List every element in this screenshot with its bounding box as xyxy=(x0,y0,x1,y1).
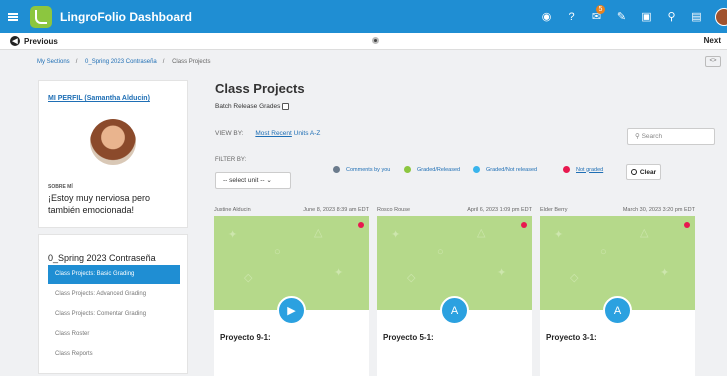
card-meta: Justine Alducin June 8, 2023 8:39 am EDT xyxy=(214,207,369,213)
sidebar-item-basic-grading[interactable]: Class Projects: Basic Grading xyxy=(48,265,180,284)
clear-label: Clear xyxy=(639,168,657,176)
video-icon: ▶ xyxy=(277,296,306,325)
legend-not-graded: Not graded xyxy=(563,166,603,173)
app-logo xyxy=(30,5,52,28)
text-icon: A xyxy=(603,296,632,325)
not-graded-indicator xyxy=(358,222,364,228)
edit-icon[interactable]: ✎ xyxy=(609,0,634,33)
sidebar-item-class-roster[interactable]: Class Roster xyxy=(48,325,180,344)
notebook-icon[interactable]: ▤ xyxy=(684,0,709,33)
project-card[interactable]: ✦ ○ △ ◇ ✦ ▶ Proyecto 9-1: xyxy=(214,216,369,376)
profile-photo xyxy=(90,119,136,165)
top-bar: LingroFolio Dashboard ◉ ? ✉ 5 ✎ ▣ ⚲ ▤ xyxy=(0,0,727,33)
batch-release-label: Batch Release Grades xyxy=(215,103,281,110)
card-meta: Elder Berry March 30, 2023 3:20 pm EDT xyxy=(540,207,695,213)
legend-label-graded-released: Graded/Released xyxy=(417,166,461,173)
legend-label-not-graded[interactable]: Not graded xyxy=(576,167,603,173)
profile-link[interactable]: MI PERFIL (Samantha Alducin) xyxy=(48,95,150,102)
legend-comments: Comments by you xyxy=(333,166,390,173)
notification-badge: 5 xyxy=(596,5,605,14)
legend-dot-not-graded xyxy=(563,166,570,173)
search-icon: ⚲ xyxy=(635,133,640,140)
card-title: Proyecto 9-1: xyxy=(220,333,271,342)
project-card[interactable]: ✦ ○ △ ◇ ✦ A Proyecto 3-1: xyxy=(540,216,695,376)
previous-button[interactable]: ◀ Previous xyxy=(10,36,58,46)
about-text: ¡Estoy muy nerviosa pero también emocion… xyxy=(48,193,151,215)
card-author: Elder Berry xyxy=(540,207,568,213)
search-placeholder: Search xyxy=(641,133,663,140)
breadcrumb-my-sections[interactable]: My Sections xyxy=(37,59,70,65)
about-label: SOBRE MÍ xyxy=(48,184,73,190)
section-title: 0_Spring 2023 Contraseña xyxy=(48,253,156,263)
breadcrumb: My Sections/ 0_Spring 2023 Contraseña / C… xyxy=(37,59,211,65)
view-by: VIEW BY: Most Recent Units A-Z xyxy=(215,130,320,137)
legend-dot-graded-released xyxy=(404,166,411,173)
legend-label-comments: Comments by you xyxy=(346,166,391,173)
legend-not-released: Graded/Not released xyxy=(473,166,537,173)
chevron-down-icon: ⌄ xyxy=(266,177,272,184)
avatar[interactable] xyxy=(715,7,727,26)
batch-release-checkbox[interactable] xyxy=(282,103,290,110)
text-icon: A xyxy=(440,296,469,325)
breadcrumb-current: Class Projects xyxy=(172,59,211,65)
menu-icon[interactable] xyxy=(8,12,18,21)
help-icon[interactable]: ? xyxy=(559,0,584,33)
profile-panel: MI PERFIL (Samantha Alducin) SOBRE MÍ ¡E… xyxy=(38,80,188,228)
chat-icon[interactable]: ✉ 5 xyxy=(584,0,609,33)
legend-graded-released: Graded/Released xyxy=(404,166,460,173)
page-indicator[interactable] xyxy=(372,37,379,44)
sidebar-item-comentar-grading[interactable]: Class Projects: Comentar Grading xyxy=(48,305,180,324)
legend-dot-comments xyxy=(333,166,340,173)
sidebar-item-class-reports[interactable]: Class Reports xyxy=(48,345,180,364)
sidebar-item-advanced-grading[interactable]: Class Projects: Advanced Grading xyxy=(48,285,180,304)
search-input[interactable]: ⚲ Search xyxy=(627,128,715,145)
breadcrumb-section[interactable]: 0_Spring 2023 Contraseña xyxy=(85,59,157,65)
project-card[interactable]: ✦ ○ △ ◇ ✦ A Proyecto 5-1: xyxy=(377,216,532,376)
unit-select[interactable]: -- select unit -- ⌄ xyxy=(215,172,291,189)
card-title: Proyecto 3-1: xyxy=(546,333,597,342)
previous-label: Previous xyxy=(24,36,58,46)
expand-icon[interactable]: <> xyxy=(705,56,721,67)
card-title: Proyecto 5-1: xyxy=(383,333,434,342)
card-author: Justine Alducin xyxy=(214,207,251,213)
legend-label-not-released: Graded/Not released xyxy=(486,166,538,173)
card-date: March 30, 2023 3:20 pm EDT xyxy=(622,207,695,213)
card-meta: Rosco Rouse April 6, 2023 1:09 pm EDT xyxy=(377,207,532,213)
not-graded-indicator xyxy=(521,222,527,228)
eye-icon[interactable]: ◉ xyxy=(534,0,559,33)
next-button[interactable]: Next xyxy=(704,36,721,45)
arrow-left-icon: ◀ xyxy=(10,36,20,46)
calendar-icon[interactable]: ▣ xyxy=(634,0,659,33)
not-graded-indicator xyxy=(684,222,690,228)
batch-release: Batch Release Grades xyxy=(215,103,290,110)
section-panel: 0_Spring 2023 Contraseña Class Projects:… xyxy=(38,234,188,374)
legend-dot-not-released xyxy=(473,166,480,173)
clear-button[interactable]: Clear xyxy=(626,164,661,180)
app-title: LingroFolio Dashboard xyxy=(60,9,192,24)
search-icon[interactable]: ⚲ xyxy=(659,0,684,33)
view-by-label: VIEW BY: xyxy=(215,130,244,137)
card-date: April 6, 2023 1:09 pm EDT xyxy=(467,207,532,213)
clear-icon xyxy=(630,169,637,175)
view-units-az[interactable]: Units A-Z xyxy=(294,130,321,137)
page-title: Class Projects xyxy=(215,81,305,96)
filter-by-label: FILTER BY: xyxy=(215,157,247,163)
card-author: Rosco Rouse xyxy=(377,207,411,213)
pager-bar: ◀ Previous Next xyxy=(0,33,727,50)
unit-select-value: -- select unit -- xyxy=(223,177,265,184)
view-most-recent[interactable]: Most Recent xyxy=(255,130,292,137)
card-date: June 8, 2023 8:39 am EDT xyxy=(303,207,369,213)
